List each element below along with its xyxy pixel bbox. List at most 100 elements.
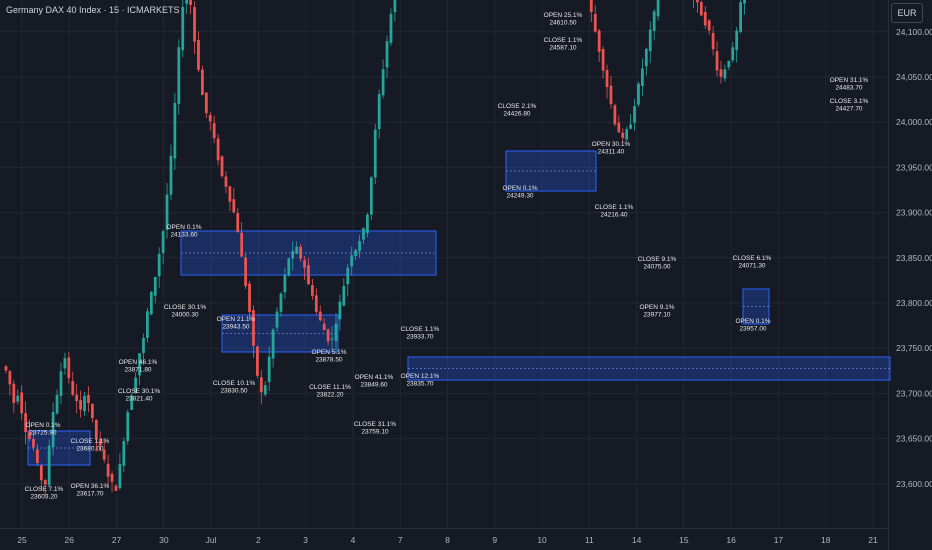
candle-body [723, 69, 727, 79]
candle-body [267, 356, 271, 383]
x-tick-label: 30 [159, 535, 169, 545]
candle-body [185, 0, 189, 4]
annotation-value: 24249.30 [506, 193, 533, 200]
annotation-label: OPEN 30.1% [592, 141, 631, 148]
annotation-value: 23957.00 [739, 326, 766, 333]
candle-body [715, 51, 719, 71]
candle-body [118, 463, 122, 489]
candle-body [589, 0, 593, 12]
candle-body [94, 420, 98, 439]
x-tick-label: 18 [821, 535, 831, 545]
candle-body [699, 2, 703, 16]
candle-body [381, 69, 385, 96]
candle-body [16, 395, 20, 402]
x-tick-label: 11 [585, 535, 594, 545]
candle-body [311, 285, 314, 296]
annotation-label: CLOSE 9.1% [638, 256, 677, 263]
candle-body [350, 255, 354, 267]
candle-body [75, 394, 79, 401]
candle-body [87, 394, 90, 404]
candle-body [201, 69, 204, 95]
annotation-value: 23822.20 [316, 392, 343, 399]
candle-body [605, 70, 609, 88]
candle-body [126, 412, 130, 441]
annotation-label: CLOSE 2.1% [498, 103, 537, 110]
candle-body [55, 394, 59, 414]
symbol-title[interactable]: Germany DAX 40 Index · 15 · ICMARKETS [6, 5, 180, 15]
candle-body [263, 385, 267, 395]
candle-body [385, 41, 389, 68]
candle-body [652, 11, 656, 31]
annotation-label: OPEN 0.1% [502, 185, 537, 192]
currency-button[interactable]: EUR [891, 3, 923, 23]
annotation-label: OPEN 0.1% [25, 422, 60, 429]
annotation-label: CLOSE 1.1% [544, 37, 583, 44]
annotation-label: CLOSE 31.1% [354, 421, 396, 428]
annotation-label: OPEN 46.1% [119, 359, 158, 366]
candle-body [393, 0, 397, 13]
annotation-label: CLOSE 7.1% [25, 486, 64, 493]
annotation-value: 24426.80 [503, 111, 530, 118]
x-tick-label: 25 [17, 535, 27, 545]
candle-body [91, 403, 94, 419]
annotation-label: CLOSE 1.1% [401, 326, 440, 333]
candle-body [39, 465, 43, 481]
x-tick-label: 15 [679, 535, 689, 545]
annotation-label: CLOSE 1.1% [71, 438, 110, 445]
annotation-label: CLOSE 6.1% [733, 255, 772, 262]
candle-body [122, 441, 126, 466]
candle-body [731, 47, 735, 61]
candle-body [283, 274, 287, 293]
candle-body [279, 293, 283, 312]
annotation-value: 24000.30 [171, 312, 198, 319]
price-chart[interactable]: 23,600.00 23,650.00 23,700.00 23,750.00 23,8… [0, 0, 932, 550]
annotation-label: CLOSE 11.1% [309, 384, 351, 391]
candle-body [43, 480, 47, 485]
x-tick-label: 7 [398, 535, 403, 545]
candle-body [322, 323, 326, 331]
candle-body [743, 0, 746, 4]
annotation-value: 23821.40 [125, 396, 152, 403]
annotation-label: CLOSE 30.1% [118, 388, 160, 395]
candle-body [63, 358, 67, 369]
annotation-label: OPEN 21.1% [217, 316, 256, 323]
candle-body [79, 400, 82, 410]
candle-body [711, 32, 715, 50]
annotation-value: 23943.50 [222, 324, 249, 331]
candle-body [696, 0, 699, 3]
y-tick-label: 23,800.00 [896, 298, 932, 308]
annotation-label: OPEN 31.1% [830, 77, 869, 84]
candle-body [228, 186, 232, 202]
candle-body [338, 301, 342, 320]
candle-body [232, 199, 236, 213]
x-tick-label: 26 [65, 535, 75, 545]
candle-body [161, 231, 165, 254]
candle-body [299, 246, 302, 259]
candle-body [641, 68, 644, 86]
annotation-value: 24071.30 [738, 263, 765, 270]
annotation-label: CLOSE 1.1% [595, 204, 634, 211]
candle-body [36, 449, 39, 464]
x-tick-label: Jul [206, 535, 217, 545]
candle-body [389, 13, 393, 43]
annotation-value: 24075.00 [643, 264, 670, 271]
annotation-label: OPEN 5.1% [311, 349, 346, 356]
candle-body [244, 257, 247, 287]
candle-body [20, 392, 24, 414]
candle-body [12, 383, 16, 403]
annotation-value: 23725.90 [29, 430, 56, 437]
candle-body [617, 122, 621, 133]
candle-body [358, 241, 361, 252]
annotation-value: 23759.10 [361, 429, 388, 436]
candle-body [727, 60, 731, 68]
candle-body [173, 103, 177, 159]
candle-body [354, 250, 357, 256]
candle-body [735, 30, 739, 51]
annotation-label: CLOSE 30.1% [164, 304, 206, 311]
annotation-label: OPEN 12.1% [401, 373, 440, 380]
annotation-value: 23603.20 [30, 494, 57, 501]
annotation-value: 23977.10 [643, 312, 670, 319]
annotation-label: OPEN 0.1% [166, 224, 201, 231]
candle-body [240, 232, 244, 257]
y-tick-label: 23,600.00 [896, 479, 932, 489]
